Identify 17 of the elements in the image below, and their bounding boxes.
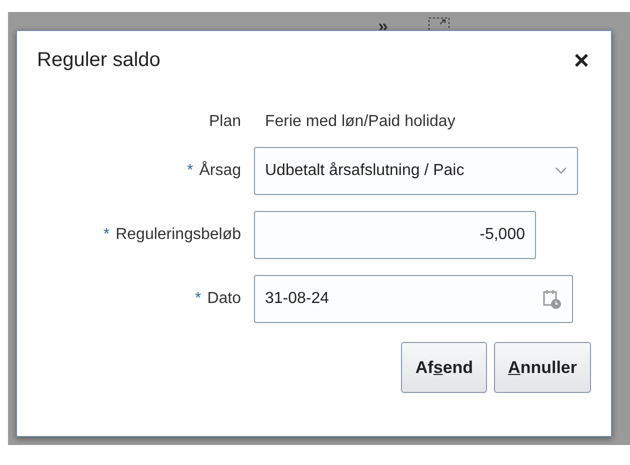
- dialog-title: Reguler saldo: [37, 48, 160, 72]
- required-asterisk: *: [194, 290, 202, 307]
- amount-field[interactable]: -5,000: [254, 211, 536, 259]
- calendar-clock-icon[interactable]: [542, 288, 562, 310]
- chevron-down-icon: [555, 167, 567, 175]
- field-label: Reguleringsbeløb: [116, 226, 241, 243]
- reason-dropdown[interactable]: Udbetalt årsafslutning / Paic: [254, 147, 578, 195]
- date-field[interactable]: 31-08-24: [254, 275, 573, 323]
- field-label: Plan: [208, 113, 241, 130]
- cancel-button[interactable]: Annuller: [494, 342, 591, 393]
- field-label: Dato: [207, 290, 241, 307]
- required-asterisk: *: [103, 226, 110, 243]
- submit-button[interactable]: Afsend: [401, 342, 488, 393]
- close-button[interactable]: ×: [570, 47, 593, 73]
- field-value: Ferie med løn/Paid holiday: [265, 113, 456, 130]
- field-label: Årsag: [199, 162, 241, 179]
- required-asterisk: *: [186, 162, 194, 179]
